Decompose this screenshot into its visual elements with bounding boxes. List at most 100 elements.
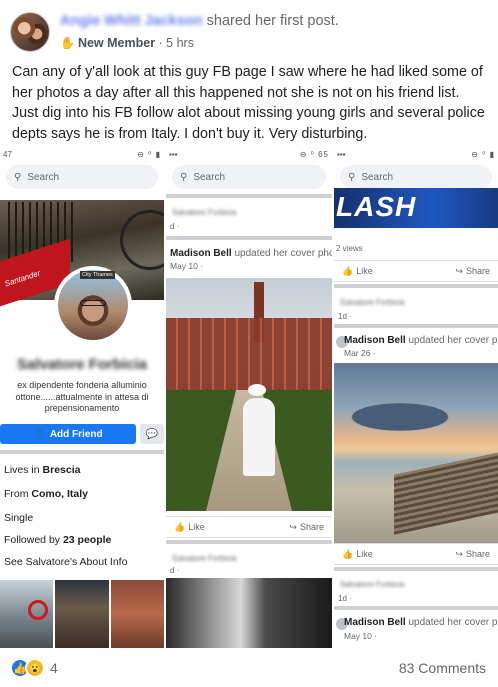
- graduate-shape: [243, 398, 275, 476]
- profile-name: Salvatore Forbicia: [16, 356, 148, 373]
- action-row: 👍 Like ↪ Share: [166, 516, 332, 538]
- post-time: d ·: [170, 566, 180, 575]
- search-bar[interactable]: ⚲ Search: [6, 165, 158, 189]
- status-left: ▪▪▪: [337, 150, 346, 159]
- status-time: 47: [3, 150, 12, 159]
- share-label: Share: [465, 266, 490, 276]
- status-bar: ▪▪▪ ⊖ ⁰ ▮: [334, 148, 498, 161]
- post-action: shared her first post.: [206, 13, 339, 29]
- share-icon: ↪: [455, 548, 463, 559]
- reaction-count: 4: [50, 660, 58, 676]
- messenger-button[interactable]: 💬: [140, 424, 164, 444]
- like-label: Like: [188, 522, 205, 532]
- graduation-photo[interactable]: [166, 278, 332, 511]
- status-icons: ⊖ ⁰ ▮: [471, 150, 495, 159]
- update-text: updated her cover photo.: [408, 335, 498, 346]
- add-friend-button[interactable]: 👤 Add Friend: [0, 424, 136, 444]
- author-name[interactable]: Angie Whitt Jackson: [60, 13, 203, 29]
- share-button[interactable]: ↪ Share: [289, 522, 324, 533]
- glasses-shape: [80, 300, 106, 306]
- photo-thumb[interactable]: [55, 580, 109, 648]
- profile-picture-image: [58, 270, 128, 340]
- update-date: Mar 26 ·: [344, 348, 376, 358]
- cap-shape: [248, 384, 266, 396]
- reactions-summary[interactable]: 👍 😮 4: [10, 658, 58, 678]
- profile-bio: ex dipendente fonderia alluminio ottone.…: [15, 380, 149, 413]
- like-button[interactable]: 👍 Like: [342, 549, 373, 560]
- banner-text: LASH: [336, 191, 417, 222]
- post-time[interactable]: · 5 hrs: [159, 36, 194, 50]
- about-followers-label: Followed by: [4, 534, 61, 546]
- building-shape: [166, 318, 332, 393]
- member-badge: New Member: [77, 36, 156, 50]
- about-from-value[interactable]: Como, Italy: [31, 488, 88, 500]
- search-placeholder: Search: [361, 171, 394, 183]
- cover-wheel: [120, 210, 164, 270]
- status-icons: ⊖ ⁰ ▮: [137, 150, 161, 159]
- boardwalk-shape: [394, 451, 498, 535]
- update-text: updated her cover photo.: [234, 248, 332, 259]
- profile-picture-tag: City Thames: [80, 271, 115, 279]
- wave-icon: ✋: [60, 36, 75, 50]
- about-followers: Followed by 23 people: [4, 534, 111, 546]
- status-bar: ▪▪▪ ⊖ ⁰ 65: [166, 148, 332, 161]
- status-bar: 47 ⊖ ⁰ ▮: [0, 148, 164, 161]
- update-author[interactable]: Madison Bell: [344, 617, 406, 628]
- add-friend-label: Add Friend: [49, 428, 103, 440]
- portrait-photo[interactable]: [166, 578, 332, 648]
- screenshot-profile[interactable]: 47 ⊖ ⁰ ▮ ⚲ Search Santander City Thames …: [0, 148, 164, 648]
- like-icon: 👍: [174, 521, 186, 532]
- divider: [334, 284, 498, 288]
- author-avatar[interactable]: [10, 12, 50, 52]
- photo-thumb[interactable]: [110, 580, 164, 648]
- divider: [166, 194, 332, 198]
- update-author[interactable]: Madison Bell: [344, 335, 406, 346]
- search-bar[interactable]: ⚲ Search: [340, 165, 492, 189]
- like-icon: 👍: [342, 265, 354, 276]
- messenger-icon: 💬: [145, 428, 159, 440]
- divider: [334, 324, 498, 328]
- divider: [0, 450, 164, 454]
- screenshot-feed-right[interactable]: ▪▪▪ ⊖ ⁰ ▮ ⚲ Search LASH 2 views 👍 Like ↪ S…: [334, 148, 498, 648]
- search-placeholder: Search: [193, 171, 226, 183]
- blurred-name: Salvatore Forbicia: [340, 298, 405, 307]
- like-button[interactable]: 👍 Like: [342, 266, 373, 277]
- status-left: ▪▪▪: [169, 150, 178, 159]
- search-icon: ⚲: [348, 171, 356, 183]
- action-row: 👍 Like ↪ Share: [334, 260, 498, 282]
- post-text: Can any of y'all look at this guy FB pag…: [12, 64, 485, 142]
- banner-image[interactable]: LASH: [334, 188, 498, 228]
- about-from-label: From: [4, 488, 29, 500]
- share-button[interactable]: ↪ Share: [455, 549, 490, 560]
- update-author[interactable]: Madison Bell: [170, 248, 232, 259]
- search-bar[interactable]: ⚲ Search: [172, 165, 326, 189]
- share-button[interactable]: ↪ Share: [455, 266, 490, 277]
- search-placeholder: Search: [27, 171, 60, 183]
- like-button[interactable]: 👍 Like: [174, 522, 205, 533]
- about-lives: Lives in Brescia: [4, 464, 80, 476]
- post-author-line: Angie Whitt Jackson shared her first pos…: [60, 13, 339, 29]
- action-row: 👍 Like ↪ Share: [334, 543, 498, 565]
- blurred-name: Salvatore Forbicia: [340, 580, 405, 589]
- about-lives-value[interactable]: Brescia: [43, 464, 81, 476]
- update-text: updated her cover photo.: [408, 617, 498, 628]
- about-lives-label: Lives in: [4, 464, 40, 476]
- comments-count-link[interactable]: 83 Comments: [399, 660, 486, 676]
- post-time: 1d ·: [338, 312, 352, 321]
- about-info-link[interactable]: See Salvatore's About Info: [4, 556, 127, 568]
- about-from: From Como, Italy: [4, 488, 88, 500]
- share-icon: ↪: [455, 265, 463, 276]
- blurred-name: Salvatore Forbicia: [172, 554, 237, 563]
- update-line: Madison Bell updated her cover photo.: [344, 335, 498, 346]
- add-friend-icon: 👤: [33, 428, 46, 440]
- share-label: Share: [465, 549, 490, 559]
- update-line: Madison Bell updated her cover photo.: [344, 617, 498, 628]
- screenshot-feed-middle[interactable]: ▪▪▪ ⊖ ⁰ 65 ⚲ Search Salvatore Forbicia d…: [166, 148, 332, 648]
- beach-photo[interactable]: [334, 363, 498, 543]
- update-date: May 10 ·: [344, 631, 378, 641]
- status-battery: 65: [318, 150, 329, 159]
- wow-reaction-icon: 😮: [25, 658, 45, 678]
- divider: [334, 606, 498, 610]
- photo-thumb[interactable]: [0, 580, 54, 648]
- about-followers-value[interactable]: 23 people: [63, 534, 111, 546]
